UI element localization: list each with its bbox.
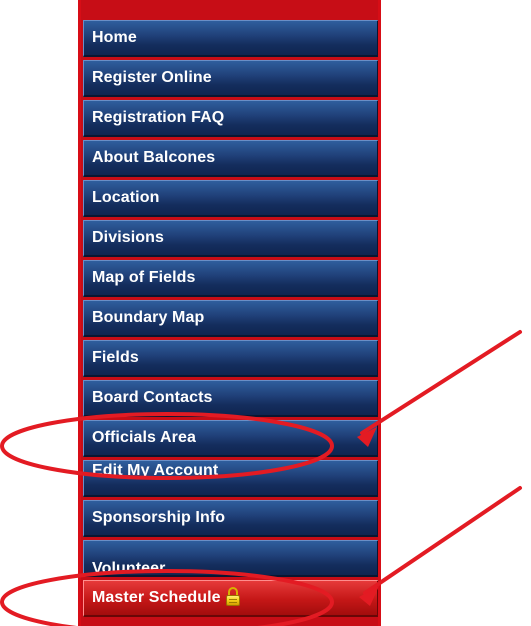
menu-item-label: Board Contacts: [92, 389, 213, 406]
master-schedule-arrow-icon: [359, 486, 522, 606]
menu-item-label: Sponsorship Info: [92, 509, 226, 526]
annotated-screenshot: Home Register Online Registration FAQ Ab…: [0, 0, 531, 626]
menu-item-label: Map of Fields: [92, 269, 196, 286]
navigation-list: Home Register Online Registration FAQ Ab…: [83, 20, 378, 620]
menu-item-board-contacts[interactable]: Board Contacts: [83, 380, 378, 417]
menu-item-fields[interactable]: Fields: [83, 340, 378, 377]
menu-item-boundary-map[interactable]: Boundary Map: [83, 300, 378, 337]
menu-item-divisions[interactable]: Divisions: [83, 220, 378, 257]
menu-item-label: Officials Area: [92, 429, 196, 446]
menu-item-label: Registration FAQ: [92, 109, 225, 126]
menu-item-edit-my-account[interactable]: Edit My Account: [83, 460, 378, 497]
menu-item-location[interactable]: Location: [83, 180, 378, 217]
lock-body-icon: [225, 595, 240, 606]
menu-item-label: Master Schedule: [92, 589, 221, 606]
menu-item-volunteer[interactable]: Volunteer: [83, 540, 378, 577]
menu-item-sponsorship-info[interactable]: Sponsorship Info: [83, 500, 378, 537]
menu-item-officials-area[interactable]: Officials Area: [83, 420, 378, 457]
menu-item-label: Home: [92, 29, 137, 46]
menu-item-label: Location: [92, 189, 160, 206]
menu-item-home[interactable]: Home: [83, 20, 378, 57]
menu-item-label: Volunteer: [92, 560, 166, 577]
menu-item-label: Divisions: [92, 229, 165, 246]
menu-item-label: Edit My Account: [92, 462, 219, 479]
menu-item-register-online[interactable]: Register Online: [83, 60, 378, 97]
navigation-menu: Home Register Online Registration FAQ Ab…: [78, 0, 381, 626]
menu-item-master-schedule[interactable]: Master Schedule: [83, 580, 378, 617]
menu-item-registration-faq[interactable]: Registration FAQ: [83, 100, 378, 137]
menu-item-map-of-fields[interactable]: Map of Fields: [83, 260, 378, 297]
menu-item-label: Boundary Map: [92, 309, 205, 326]
lock-icon: [225, 587, 241, 607]
menu-item-about-balcones[interactable]: About Balcones: [83, 140, 378, 177]
menu-item-label: Fields: [92, 349, 139, 366]
officials-arrow-icon: [357, 330, 522, 447]
menu-item-label: About Balcones: [92, 149, 216, 166]
menu-item-label: Register Online: [92, 69, 212, 86]
